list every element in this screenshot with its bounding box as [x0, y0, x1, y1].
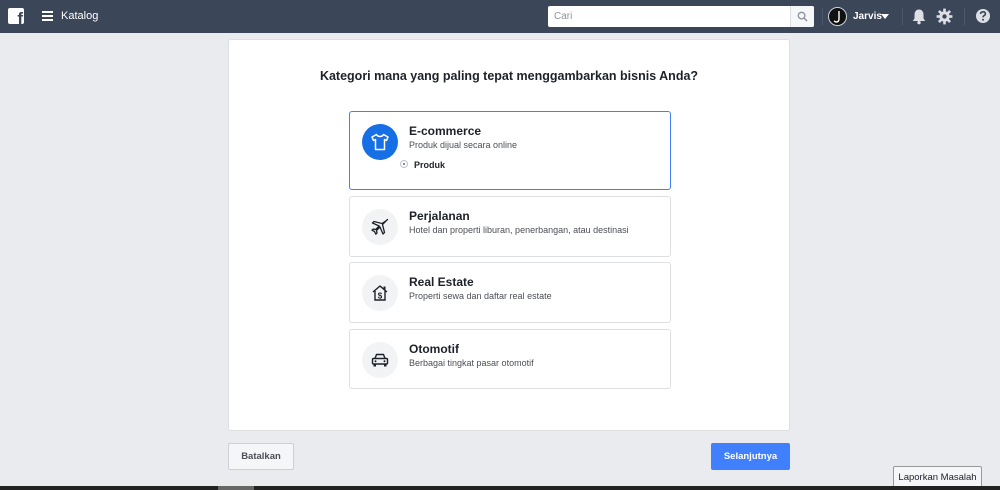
- top-navigation-bar: f Katalog Jarvis: [0, 0, 1000, 33]
- category-selection-card: Kategori mana yang paling tepat menggamb…: [228, 39, 790, 431]
- option-description: Berbagai tingkat pasar otomotif: [409, 358, 534, 368]
- user-name[interactable]: Jarvis: [853, 11, 882, 22]
- option-ecommerce[interactable]: E-commerce Produk dijual secara online P…: [349, 111, 671, 190]
- search-button[interactable]: [790, 6, 814, 27]
- divider: [902, 8, 903, 25]
- option-perjalanan[interactable]: Perjalanan Hotel dan properti liburan, p…: [349, 196, 671, 257]
- gear-icon[interactable]: [936, 8, 953, 25]
- option-title: E-commerce: [409, 124, 482, 138]
- option-description: Properti sewa dan daftar real estate: [409, 291, 552, 301]
- report-problem-button[interactable]: Laporkan Masalah: [893, 466, 982, 488]
- help-icon[interactable]: [975, 8, 991, 24]
- menu-icon[interactable]: [42, 11, 53, 21]
- option-description: Hotel dan properti liburan, penerbangan,…: [409, 225, 629, 235]
- search-icon: [797, 11, 808, 22]
- divider: [964, 8, 965, 25]
- avatar-image-icon: [833, 11, 840, 23]
- option-title: Otomotif: [409, 342, 459, 356]
- radio-label-produk: Produk: [414, 160, 446, 170]
- airplane-icon: [362, 209, 398, 245]
- option-description: Produk dijual secara online: [409, 140, 518, 150]
- scrollbar-thumb[interactable]: [218, 486, 254, 490]
- radio-produk[interactable]: [400, 160, 408, 168]
- option-otomotif[interactable]: Otomotif Berbagai tingkat pasar otomotif: [349, 329, 671, 389]
- avatar[interactable]: [828, 7, 847, 26]
- divider: [822, 8, 823, 25]
- next-button[interactable]: Selanjutnya: [711, 443, 790, 470]
- option-title: Real Estate: [409, 275, 474, 289]
- bell-icon[interactable]: [911, 8, 927, 25]
- app-title[interactable]: Katalog: [61, 10, 98, 22]
- option-title: Perjalanan: [409, 209, 470, 223]
- option-real-estate[interactable]: $ Real Estate Properti sewa dan daftar r…: [349, 262, 671, 323]
- cancel-button[interactable]: Batalkan: [228, 443, 294, 470]
- search-input[interactable]: [548, 6, 790, 27]
- tshirt-icon: [362, 124, 398, 160]
- facebook-logo-icon[interactable]: f: [8, 8, 24, 27]
- page-title: Kategori mana yang paling tepat menggamb…: [319, 69, 699, 83]
- search-box: [548, 6, 814, 27]
- car-icon: [362, 342, 398, 378]
- house-dollar-icon: $: [362, 275, 398, 311]
- svg-text:$: $: [378, 292, 383, 301]
- window-bottom-edge: [0, 486, 1000, 490]
- chevron-down-icon[interactable]: [881, 14, 889, 19]
